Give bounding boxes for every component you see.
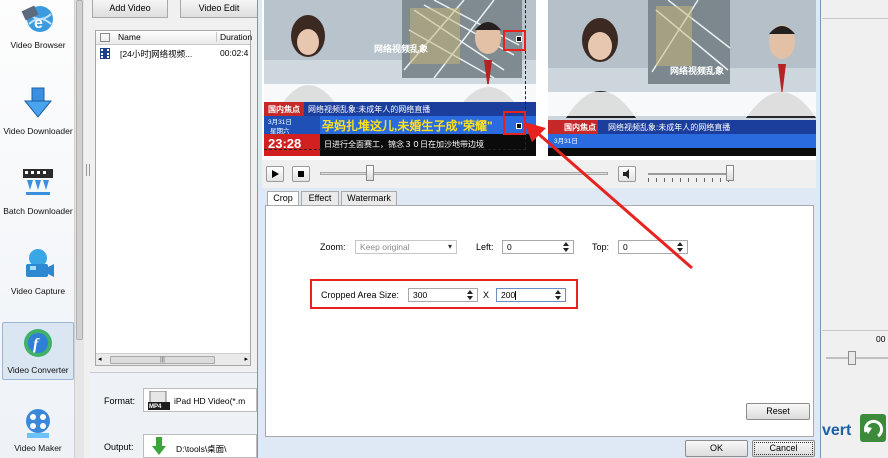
right-background — [822, 0, 888, 458]
right-slider-track[interactable] — [826, 357, 888, 359]
chevron-down-icon: ▾ — [447, 242, 452, 251]
zoom-label: Zoom: — [320, 242, 346, 252]
sidebar-item-label: Batch Downloader — [3, 206, 73, 216]
mp4-badge: MP4 — [149, 404, 162, 410]
sidebar-item-label: Video Downloader — [3, 126, 73, 136]
splitter-grip[interactable] — [86, 164, 90, 176]
output-value: D:\tools\桌面\ — [176, 444, 227, 454]
original-video-frame: 网络视频乱象 国内焦点 网络视频乱象:未成年人的网络直播 3月31日 星期六 孕… — [264, 0, 536, 156]
right-divider — [822, 18, 888, 19]
camera-icon — [26, 249, 54, 277]
seek-bar-thumb[interactable] — [366, 165, 374, 181]
cancel-button[interactable]: Cancel — [752, 440, 815, 457]
scroll-left-arrow-icon[interactable]: ◂ — [98, 355, 102, 363]
annotation-box-top-handle — [503, 30, 526, 51]
globe-film-icon: e — [21, 5, 53, 32]
module-sidebar: e Video Browser Video Downloader Batch D… — [0, 0, 84, 458]
sidebar-item-video-converter[interactable]: f Video Converter — [2, 322, 74, 380]
column-name[interactable]: Name — [118, 32, 141, 42]
select-all-checkbox[interactable] — [100, 33, 110, 42]
sidebar-item-video-browser[interactable]: e Video Browser — [0, 0, 76, 50]
left-value: 0 — [507, 242, 512, 252]
sidebar-item-video-maker[interactable]: Video Maker — [0, 406, 76, 453]
zoom-value: Keep original — [360, 242, 410, 252]
video-edit-button[interactable]: Video Edit — [180, 0, 258, 18]
convert-icon — [860, 414, 886, 442]
stop-icon — [298, 171, 304, 177]
sidebar-item-label: Video Maker — [14, 443, 62, 453]
zoom-select[interactable]: Keep original ▾ — [355, 240, 457, 254]
sidebar-scroll-thumb[interactable] — [76, 0, 83, 340]
right-number: 00 — [876, 334, 886, 344]
left-label: Left: — [476, 242, 494, 252]
tv-banner-text-cropped: 网络视频乱象 — [670, 66, 725, 76]
convert-label: vert — [822, 422, 852, 439]
sidebar-item-label: Video Browser — [10, 40, 66, 50]
add-video-button[interactable]: Add Video — [92, 0, 168, 18]
tab-crop[interactable]: Crop — [267, 191, 299, 206]
table-row[interactable]: [24小时]网络视频... 00:02:4 — [96, 47, 250, 61]
svg-text:e: e — [34, 15, 43, 32]
download-arrow-icon — [23, 87, 53, 118]
sidebar-item-video-capture[interactable]: Video Capture — [0, 246, 76, 296]
output-folder-field[interactable]: D:\tools\桌面\ — [143, 434, 257, 458]
play-button[interactable] — [266, 166, 284, 182]
file-name: [24小时]网络视频... — [120, 49, 193, 59]
right-slider-thumb[interactable] — [848, 351, 856, 365]
sidebar-item-video-downloader[interactable]: Video Downloader — [0, 86, 76, 136]
volume-slider-thumb[interactable] — [726, 165, 734, 181]
format-value: iPad HD Video(*.m — [174, 396, 246, 406]
sidebar-item-label: Video Capture — [10, 286, 66, 296]
tab-effect[interactable]: Effect — [301, 191, 339, 205]
file-list-hscrollbar[interactable]: ◂ ||| ▸ — [96, 353, 250, 365]
tab-watermark[interactable]: Watermark — [341, 191, 397, 205]
sidebar-item-label: Video Converter — [7, 365, 69, 375]
ok-button[interactable]: OK — [685, 440, 748, 457]
sidebar-scrollbar[interactable] — [74, 0, 84, 458]
file-duration: 00:02:4 — [220, 48, 249, 58]
play-icon — [272, 170, 279, 178]
output-label: Output: — [104, 442, 134, 452]
column-duration[interactable]: Duration — [216, 32, 252, 42]
crop-selection-rect[interactable] — [264, 0, 526, 150]
film-icon — [100, 48, 110, 59]
scroll-right-arrow-icon[interactable]: ▸ — [244, 355, 248, 363]
sidebar-item-batch-downloader[interactable]: Batch Downloader — [0, 166, 76, 216]
converter-icon: f — [24, 329, 52, 357]
file-list-header: Name Duration — [96, 31, 252, 45]
annotation-arrow-icon — [524, 122, 693, 270]
batch-download-icon — [23, 169, 53, 195]
file-list: Name Duration [24小时]网络视频... 00:02:4 ◂ ||… — [95, 30, 252, 366]
annotation-box-cropped-area — [310, 279, 578, 309]
stop-button[interactable] — [292, 166, 310, 182]
convert-button[interactable]: vert — [822, 408, 888, 448]
format-select[interactable]: MP4 iPad HD Video(*.m — [143, 388, 257, 412]
format-label: Format: — [104, 396, 136, 406]
reset-button[interactable]: Reset — [746, 403, 810, 420]
film-reel-icon — [26, 409, 50, 438]
file-list-scroll-thumb[interactable]: ||| — [110, 356, 215, 364]
green-down-arrow-icon — [152, 437, 166, 455]
right-divider-2 — [822, 330, 888, 331]
